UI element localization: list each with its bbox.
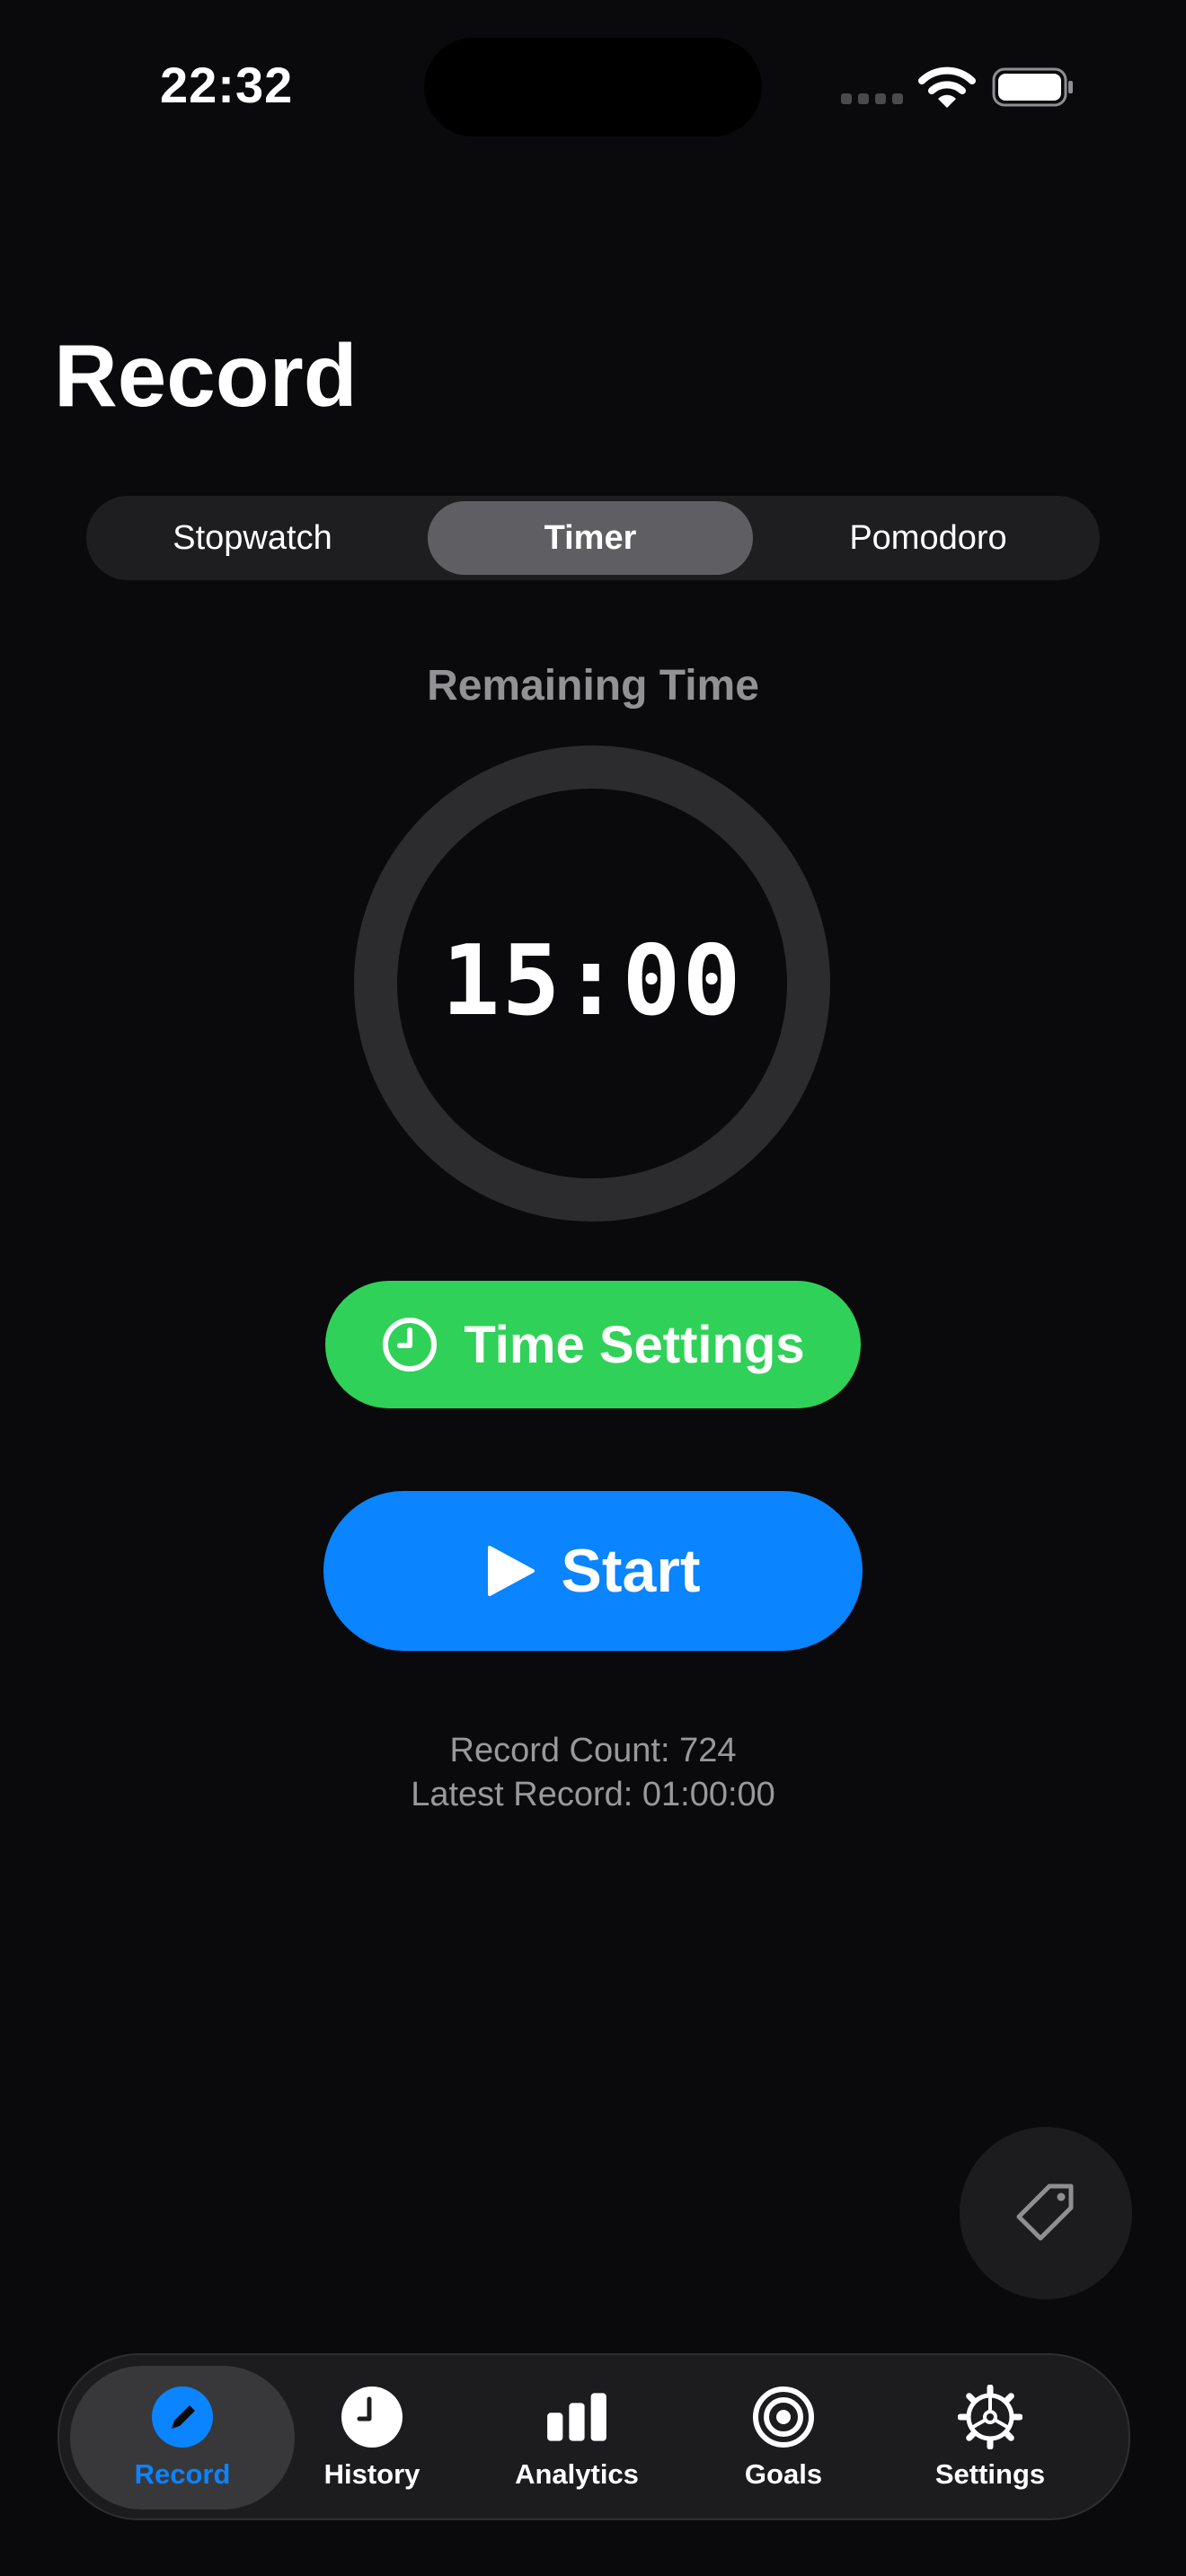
play-icon xyxy=(487,1546,535,1596)
tab-goals-label: Goals xyxy=(744,2458,823,2490)
tab-history-label: History xyxy=(323,2458,420,2490)
tab-goals[interactable]: Goals xyxy=(688,2366,879,2510)
clock-icon xyxy=(341,2386,403,2448)
cellular-signal-icon xyxy=(841,93,903,104)
time-settings-label: Time Settings xyxy=(464,1315,805,1374)
tab-record-label: Record xyxy=(134,2458,231,2490)
tab-analytics-label: Analytics xyxy=(515,2458,639,2490)
tab-analytics[interactable]: Analytics xyxy=(482,2366,672,2510)
clock-icon xyxy=(383,1318,438,1372)
gear-icon xyxy=(958,2385,1022,2449)
target-icon xyxy=(753,2386,814,2448)
start-label: Start xyxy=(561,1537,701,1605)
segment-stopwatch[interactable]: Stopwatch xyxy=(90,501,415,575)
battery-icon xyxy=(992,67,1073,107)
tag-icon xyxy=(1016,2183,1074,2241)
wifi-icon xyxy=(918,66,976,108)
start-button[interactable]: Start xyxy=(323,1491,863,1651)
pencil-icon xyxy=(152,2386,213,2448)
page-title: Record xyxy=(54,326,358,425)
mode-segmented-control: Stopwatch Timer Pomodoro xyxy=(86,496,1100,580)
segment-pomodoro[interactable]: Pomodoro xyxy=(766,501,1091,575)
dynamic-island xyxy=(424,38,762,137)
timer-display: 15:00 xyxy=(441,925,743,1037)
segment-timer[interactable]: Timer xyxy=(428,501,753,575)
tab-bar: Record History Analytics Goals Settings xyxy=(58,2353,1130,2520)
time-settings-button[interactable]: Time Settings xyxy=(325,1281,861,1408)
bar-chart-icon xyxy=(547,2393,606,2441)
status-bar-time: 22:32 xyxy=(160,57,294,113)
tab-history[interactable]: History xyxy=(277,2366,467,2510)
latest-record: Latest Record: 01:00:00 xyxy=(411,1776,775,1813)
remaining-time-label: Remaining Time xyxy=(427,662,759,710)
tag-button[interactable] xyxy=(960,2127,1132,2299)
record-count: Record Count: 724 xyxy=(449,1732,737,1769)
tab-settings[interactable]: Settings xyxy=(895,2366,1085,2510)
tab-settings-label: Settings xyxy=(934,2458,1046,2490)
tab-record[interactable]: Record xyxy=(70,2366,295,2510)
